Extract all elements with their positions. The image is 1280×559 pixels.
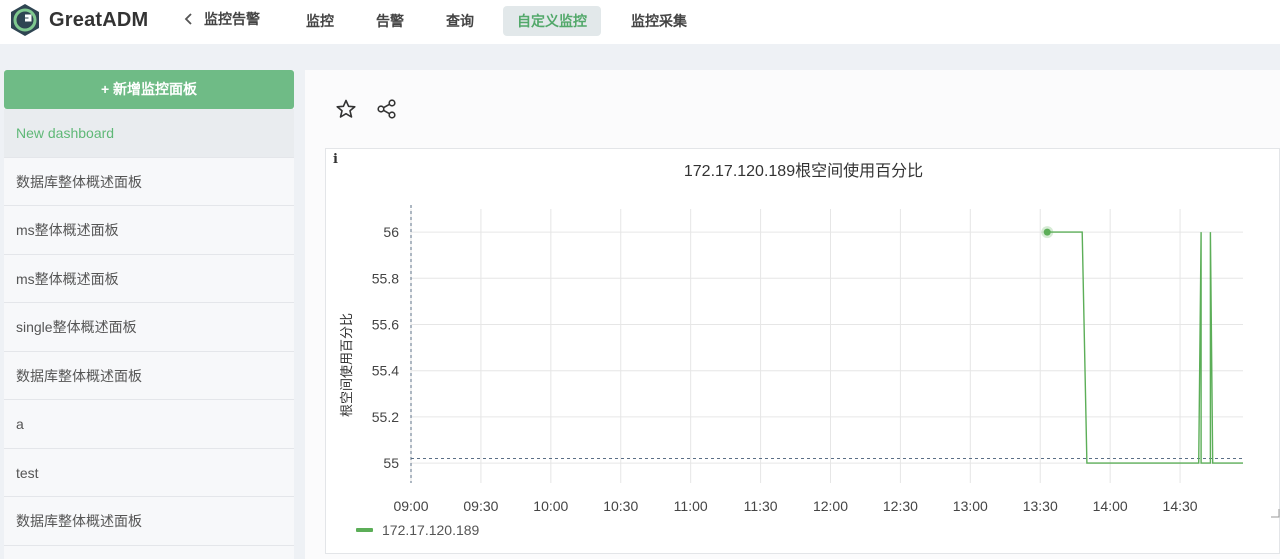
nav-tab-query[interactable]: 查询 xyxy=(432,6,488,36)
back-label: 监控告警 xyxy=(204,11,260,27)
y-tick-label: 55.2 xyxy=(372,409,399,425)
x-tick-label: 09:30 xyxy=(463,498,498,514)
x-tick-label: 09:00 xyxy=(393,498,428,514)
y-tick-label: 55.4 xyxy=(372,363,399,379)
star-icon[interactable] xyxy=(335,98,357,120)
dashboard-sidebar: + 新增监控面板 New dashboard 数据库整体概述面板 ms整体概述面… xyxy=(4,70,294,559)
dashboard-item[interactable]: ms整体概述面板 xyxy=(4,206,294,255)
x-tick-label: 14:30 xyxy=(1163,498,1198,514)
dashboard-item[interactable]: ms整体概述面板 xyxy=(4,254,294,303)
nav-tab-monitor-collection[interactable]: 监控采集 xyxy=(617,6,701,36)
legend-label: 172.17.120.189 xyxy=(382,522,480,538)
add-dashboard-button[interactable]: + 新增监控面板 xyxy=(4,70,294,109)
back-to-monitoring-alerts[interactable]: 监控告警 xyxy=(182,9,260,29)
chart-panel: i 172.17.120.189根空间使用百分比 根空间使用百分比 55 55.2… xyxy=(325,148,1280,554)
x-tick-label: 11:00 xyxy=(674,498,708,514)
dashboard-item[interactable]: a xyxy=(4,400,294,449)
legend-swatch xyxy=(356,528,373,532)
y-tick-label: 55 xyxy=(383,455,399,471)
dashboard-item[interactable]: single整体概述面板 xyxy=(4,303,294,352)
x-tick-label: 13:30 xyxy=(1023,498,1058,514)
nav-tab-monitor[interactable]: 监控 xyxy=(292,6,348,36)
x-tick-label: 10:00 xyxy=(533,498,568,514)
x-tick-label: 12:30 xyxy=(883,498,918,514)
nav-tab-custom-monitor[interactable]: 自定义监控 xyxy=(503,6,601,36)
x-tick-label: 12:00 xyxy=(813,498,848,514)
x-tick-label: 10:30 xyxy=(603,498,638,514)
line-chart[interactable]: 55 55.2 55.4 55.6 55.8 56 09:00 09:30 10:00 10:30… xyxy=(326,149,1280,519)
data-point xyxy=(1043,228,1051,236)
brand-name: GreatADM xyxy=(49,9,149,31)
y-tick-label: 56 xyxy=(383,224,399,240)
dashboard-item[interactable]: test xyxy=(4,448,294,497)
y-tick-label: 55.8 xyxy=(372,270,399,286)
dashboard-item[interactable]: New dashboard xyxy=(4,109,294,158)
y-tick-label: 55.6 xyxy=(372,317,399,333)
dashboard-list: New dashboard 数据库整体概述面板 ms整体概述面板 ms整体概述面… xyxy=(4,109,294,546)
dashboard-item[interactable]: 数据库整体概述面板 xyxy=(4,157,294,206)
dashboard-item[interactable]: 数据库整体概述面板 xyxy=(4,351,294,400)
x-tick-label: 13:00 xyxy=(953,498,988,514)
series-line xyxy=(1047,231,1243,464)
chart-legend[interactable]: 172.17.120.189 xyxy=(356,522,479,538)
top-bar: GreatADM 监控告警 监控 告警 查询 自定义监控 监控采集 xyxy=(0,0,1280,44)
chevron-left-icon xyxy=(184,13,192,25)
dashboard-item[interactable]: 数据库整体概述面板 xyxy=(4,497,294,546)
x-tick-label: 14:00 xyxy=(1093,498,1128,514)
x-tick-label: 11:30 xyxy=(744,498,778,514)
nav-tab-alerts[interactable]: 告警 xyxy=(362,6,418,36)
greatadm-logo-icon xyxy=(11,4,39,36)
resize-handle-icon xyxy=(1271,509,1280,518)
share-icon[interactable] xyxy=(376,98,398,120)
